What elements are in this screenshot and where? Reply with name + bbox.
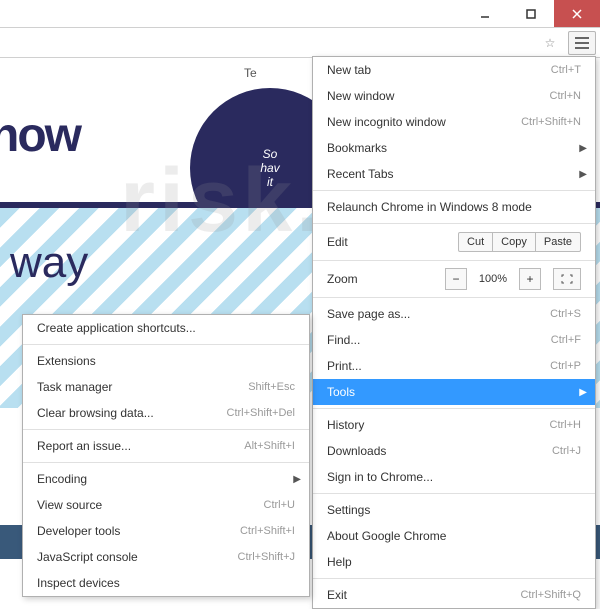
submenu-extensions[interactable]: Extensions [23, 348, 309, 374]
zoom-out-button[interactable]: − [445, 268, 467, 290]
menu-separator [313, 578, 595, 579]
bookmark-star-icon[interactable]: ☆ [538, 31, 562, 55]
submenu-view-source[interactable]: View sourceCtrl+U [23, 492, 309, 518]
submenu-task-manager[interactable]: Task managerShift+Esc [23, 374, 309, 400]
menu-new-window[interactable]: New windowCtrl+N [313, 83, 595, 109]
menu-edit-row: Edit Cut Copy Paste [313, 227, 595, 257]
submenu-devtools[interactable]: Developer toolsCtrl+Shift+I [23, 518, 309, 544]
chrome-main-menu: New tabCtrl+T New windowCtrl+N New incog… [312, 56, 596, 609]
menu-separator [313, 190, 595, 191]
logo-text: now [0, 108, 80, 163]
cut-button[interactable]: Cut [458, 232, 493, 252]
paste-button[interactable]: Paste [535, 232, 581, 252]
maximize-button[interactable] [508, 0, 554, 27]
menu-tools[interactable]: Tools▶ [313, 379, 595, 405]
chevron-right-icon: ▶ [579, 143, 587, 154]
menu-button[interactable] [568, 31, 596, 55]
menu-zoom-row: Zoom − 100% + [313, 264, 595, 294]
submenu-report-issue[interactable]: Report an issue...Alt+Shift+I [23, 433, 309, 459]
menu-history[interactable]: HistoryCtrl+H [313, 412, 595, 438]
menu-bookmarks[interactable]: Bookmarks▶ [313, 135, 595, 161]
menu-relaunch[interactable]: Relaunch Chrome in Windows 8 mode [313, 194, 595, 220]
menu-separator [23, 462, 309, 463]
chevron-right-icon: ▶ [293, 474, 301, 485]
menu-separator [313, 408, 595, 409]
zoom-in-button[interactable]: + [519, 268, 541, 290]
submenu-create-shortcuts[interactable]: Create application shortcuts... [23, 315, 309, 341]
menu-settings[interactable]: Settings [313, 497, 595, 523]
zoom-value: 100% [473, 273, 513, 285]
menu-new-tab[interactable]: New tabCtrl+T [313, 57, 595, 83]
menu-separator [313, 223, 595, 224]
menu-incognito[interactable]: New incognito windowCtrl+Shift+N [313, 109, 595, 135]
submenu-inspect-devices[interactable]: Inspect devices [23, 570, 309, 596]
menu-downloads[interactable]: DownloadsCtrl+J [313, 438, 595, 464]
chevron-right-icon: ▶ [579, 169, 587, 180]
window-titlebar [0, 0, 600, 28]
submenu-encoding[interactable]: Encoding▶ [23, 466, 309, 492]
menu-help[interactable]: Help [313, 549, 595, 575]
menu-signin[interactable]: Sign in to Chrome... [313, 464, 595, 490]
menu-about[interactable]: About Google Chrome [313, 523, 595, 549]
headline-text: way [10, 238, 88, 288]
menu-separator [313, 493, 595, 494]
submenu-clear-data[interactable]: Clear browsing data...Ctrl+Shift+Del [23, 400, 309, 426]
tools-submenu: Create application shortcuts... Extensio… [22, 314, 310, 597]
menu-save-page[interactable]: Save page as...Ctrl+S [313, 301, 595, 327]
menu-find[interactable]: Find...Ctrl+F [313, 327, 595, 353]
chevron-right-icon: ▶ [579, 387, 587, 398]
menu-print[interactable]: Print...Ctrl+P [313, 353, 595, 379]
minimize-button[interactable] [462, 0, 508, 27]
submenu-console[interactable]: JavaScript consoleCtrl+Shift+J [23, 544, 309, 570]
menu-separator [23, 344, 309, 345]
menu-separator [313, 297, 595, 298]
close-button[interactable] [554, 0, 600, 27]
fullscreen-button[interactable] [553, 268, 581, 290]
menu-separator [313, 260, 595, 261]
menu-recent-tabs[interactable]: Recent Tabs▶ [313, 161, 595, 187]
menu-separator [23, 429, 309, 430]
address-bar: ☆ [0, 28, 600, 58]
menu-exit[interactable]: ExitCtrl+Shift+Q [313, 582, 595, 608]
text-fragment: Te [244, 66, 257, 80]
copy-button[interactable]: Copy [492, 232, 536, 252]
